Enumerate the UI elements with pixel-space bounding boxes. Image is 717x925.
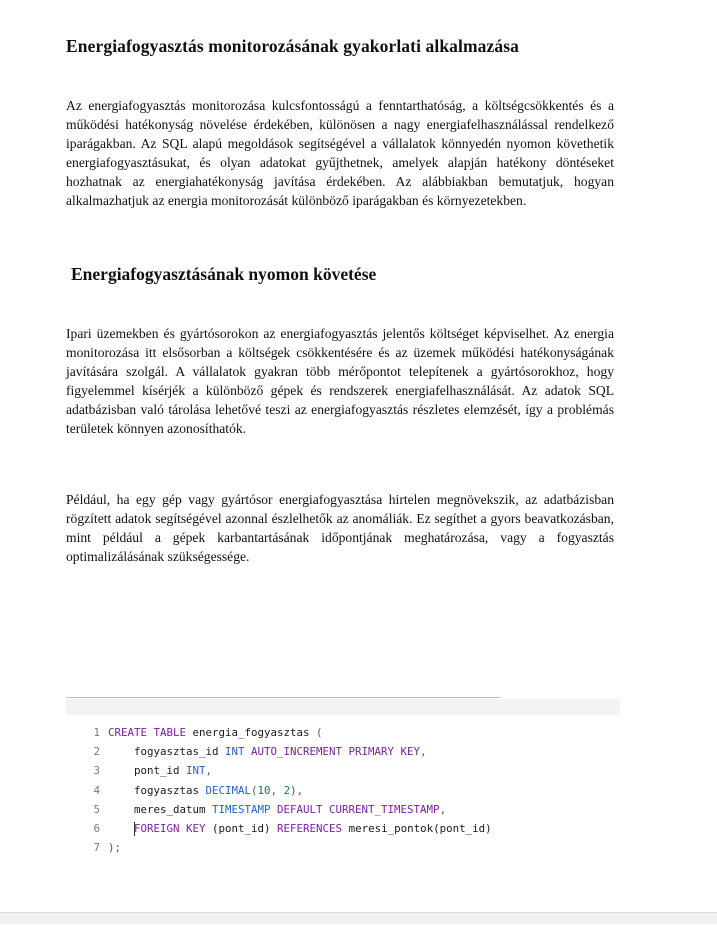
section-paragraph-1: Ipari üzemekben és gyártósorokon az ener…	[66, 326, 614, 436]
code-lines: 1 CREATE TABLE energia_fogyasztas (2 fogy…	[66, 723, 620, 857]
code-token: (pont_id)	[205, 821, 278, 835]
code-token: FOREIGN KEY	[134, 821, 206, 835]
divider	[66, 697, 500, 698]
bottom-scroll-strip	[0, 912, 717, 924]
code-line: 5 meres_datum TIMESTAMP DEFAULT CURRENT_…	[66, 800, 620, 819]
code-token: meresi_pontok(pont_id)	[342, 821, 492, 835]
line-number: 6	[93, 821, 100, 835]
line-number: 2	[93, 745, 100, 759]
code-line: 2 fogyasztas_id INT AUTO_INCREMENT PRIMA…	[66, 742, 620, 761]
code-token: TIMESTAMP	[212, 802, 271, 816]
code-token: INT	[186, 764, 206, 778]
code-token: INT	[225, 745, 245, 759]
code-token: meres_datum	[108, 802, 213, 816]
code-token: 10	[257, 783, 271, 797]
code-token: ),	[290, 783, 304, 797]
section-title: Energiafogyasztásának nyomon követése	[71, 264, 377, 284]
code-token: ,	[270, 783, 284, 797]
code-token: energia_fogyasztas	[186, 726, 317, 739]
code-token: ,	[205, 764, 213, 778]
code-token: pont_id	[108, 764, 187, 778]
code-token: );	[108, 841, 122, 855]
line-number: 1	[93, 726, 100, 739]
code-token: fogyasztas_id	[108, 745, 226, 759]
line-number: 4	[93, 783, 100, 797]
code-token: fogyasztas	[108, 783, 206, 797]
document-page: Energiafogyasztás monitorozásának gyakor…	[0, 0, 717, 925]
code-token: ,	[420, 745, 427, 759]
code-token: CREATE TABLE	[108, 726, 187, 739]
code-line: 4 fogyasztas DECIMAL(10, 2),	[66, 781, 620, 800]
line-number: 3	[93, 764, 100, 778]
code-line: 6 FOREIGN KEY (pont_id) REFERENCES meres…	[66, 819, 620, 838]
sql-code-block[interactable]: 1 CREATE TABLE energia_fogyasztas (2 fogy…	[66, 699, 620, 925]
code-line: 3 pont_id INT,	[66, 761, 620, 780]
code-line: 1 CREATE TABLE energia_fogyasztas (	[66, 723, 620, 742]
intro-paragraph: Az energiafogyasztás monitorozása kulcsf…	[66, 98, 614, 208]
section-paragraph-2: Például, ha egy gép vagy gyártósor energ…	[66, 492, 614, 564]
code-token: ,	[439, 802, 447, 816]
document-title: Energiafogyasztás monitorozásának gyakor…	[66, 36, 519, 56]
code-token: DEFAULT CURRENT_TIMESTAMP	[277, 802, 440, 816]
line-number: 7	[93, 841, 100, 855]
code-line: 7);	[66, 838, 620, 857]
code-token: DECIMAL	[205, 783, 252, 797]
code-token: (	[316, 726, 323, 739]
code-token: REFERENCES	[277, 821, 343, 835]
line-number: 5	[93, 802, 100, 816]
code-token: AUTO_INCREMENT PRIMARY KEY	[251, 745, 421, 759]
